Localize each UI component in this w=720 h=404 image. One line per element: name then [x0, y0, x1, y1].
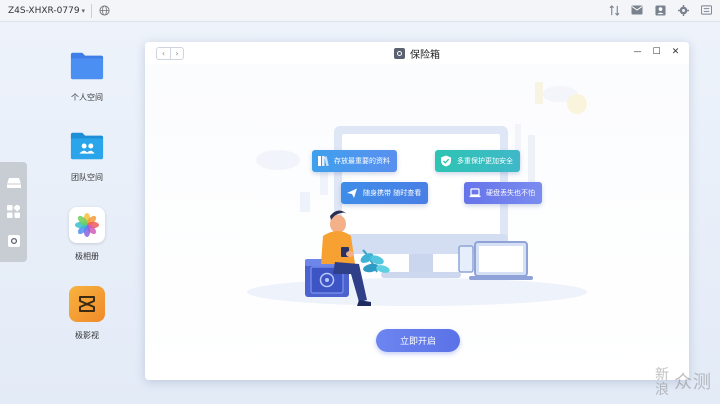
- desktop-item-personal-space[interactable]: 个人空间: [58, 48, 116, 103]
- apps-icon[interactable]: [7, 205, 21, 219]
- device-name-label: Z4S-XHXR-0779: [8, 5, 80, 16]
- laptop-icon: [469, 187, 481, 199]
- safe-window: ‹ › 保险箱 — ☐ ✕ 存放最重要的资料 多重保护更加安全 随身携带 随时查…: [145, 42, 689, 380]
- window-title-group: 保险箱: [145, 46, 689, 61]
- desktop-item-video[interactable]: 极影视: [58, 286, 116, 341]
- personal-folder-icon: [69, 48, 105, 84]
- watermark-text: 众测: [674, 372, 712, 393]
- watermark-char: 新: [655, 367, 670, 383]
- chevron-down-icon: ▾: [81, 6, 86, 15]
- desktop-item-photos[interactable]: 极相册: [58, 207, 116, 262]
- watermark-char: 浪: [655, 382, 670, 398]
- divider: [91, 3, 93, 18]
- shield-icon: [440, 155, 452, 167]
- feature-label: 多重保护更加安全: [457, 157, 513, 165]
- enable-now-button[interactable]: 立即开启: [376, 329, 460, 352]
- safe-icon[interactable]: [7, 234, 21, 248]
- top-bar: Z4S-XHXR-0779 ▾: [0, 0, 720, 22]
- window-title: 保险箱: [410, 50, 440, 61]
- watermark: 新 浪 众测: [655, 368, 712, 398]
- window-body: 存放最重要的资料 多重保护更加安全 随身携带 随时查看 硬盘丢失也不怕 立即开启: [145, 64, 689, 380]
- maximize-button[interactable]: ☐: [651, 46, 662, 58]
- menu-icon[interactable]: [700, 4, 712, 16]
- minimize-button[interactable]: —: [632, 46, 643, 58]
- files-icon: [317, 155, 329, 167]
- feature-label: 存放最重要的资料: [334, 157, 390, 165]
- send-icon: [346, 187, 358, 199]
- desktop-item-label: 个人空间: [71, 93, 103, 102]
- globe-icon[interactable]: [98, 5, 110, 17]
- message-icon[interactable]: [631, 4, 643, 16]
- desktop-item-label: 极影视: [75, 331, 99, 340]
- desktop-item-label: 极相册: [75, 252, 99, 261]
- device-selector[interactable]: Z4S-XHXR-0779 ▾: [8, 6, 85, 16]
- feature-tag-shield: 多重保护更加安全: [435, 150, 520, 172]
- close-button[interactable]: ✕: [670, 46, 681, 58]
- side-dock: [0, 162, 27, 262]
- desktop-item-team-space[interactable]: 团队空间: [58, 128, 116, 183]
- settings-icon[interactable]: [677, 4, 689, 16]
- feature-label: 硬盘丢失也不怕: [486, 189, 535, 197]
- feature-label: 随身携带 随时查看: [363, 189, 422, 197]
- user-icon[interactable]: [654, 4, 666, 16]
- transfer-icon[interactable]: [608, 4, 620, 16]
- team-folder-icon: [69, 128, 105, 164]
- window-titlebar: ‹ › 保险箱 — ☐ ✕: [145, 42, 689, 64]
- safe-icon: [394, 48, 405, 59]
- photos-icon: [69, 207, 105, 243]
- desktop-item-label: 团队空间: [71, 173, 103, 182]
- video-icon: [69, 286, 105, 322]
- feature-tag-files: 存放最重要的资料: [312, 150, 397, 172]
- feature-tag-send: 随身携带 随时查看: [341, 182, 429, 204]
- feature-tag-laptop: 硬盘丢失也不怕: [464, 182, 542, 204]
- storage-icon[interactable]: [6, 176, 21, 190]
